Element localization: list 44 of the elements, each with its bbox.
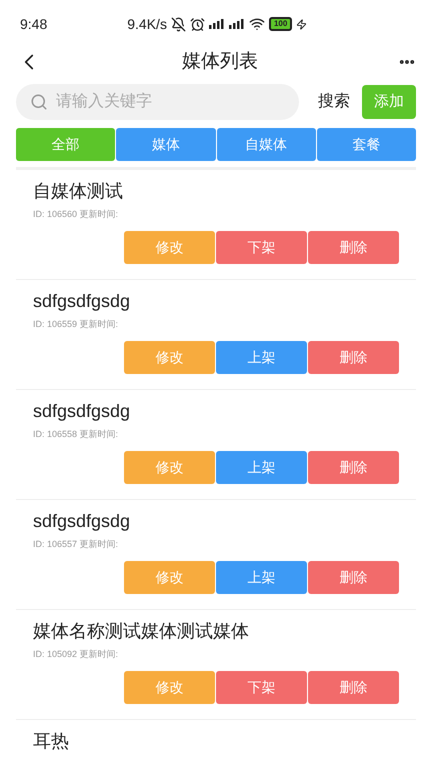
media-name: sdfgsdfgsdg: [33, 290, 132, 313]
category-tab[interactable]: 媒体: [116, 128, 216, 161]
media-name: sdfgsdfgsdg: [33, 510, 132, 533]
media-meta: ID: 106560 更新时间:: [33, 208, 120, 221]
search-button[interactable]: 搜索: [318, 90, 350, 114]
edit-button[interactable]: 修改: [124, 340, 215, 374]
edit-button[interactable]: 修改: [124, 670, 215, 704]
delete-button[interactable]: 删除: [308, 670, 399, 704]
delete-button[interactable]: 删除: [308, 450, 399, 484]
search-field[interactable]: 请输入关键字: [16, 84, 299, 120]
media-meta: ID: 106557 更新时间:: [33, 538, 120, 551]
bell-off-icon: [170, 16, 186, 32]
media-meta: ID: 106559 更新时间:: [33, 318, 120, 331]
media-meta: ID: 106558 更新时间:: [33, 428, 120, 441]
edit-button[interactable]: 修改: [124, 450, 215, 484]
delete-button[interactable]: 删除: [308, 230, 399, 264]
category-tab[interactable]: 套餐: [316, 128, 416, 161]
media-name: sdfgsdfgsdg: [33, 400, 132, 423]
signal-icon: [208, 19, 225, 29]
delete-button[interactable]: 删除: [308, 340, 399, 374]
network-speed: 9.4K/s: [127, 14, 167, 34]
page-title: 媒体列表: [182, 50, 258, 74]
search-icon: [30, 93, 48, 111]
charging-icon: [296, 18, 308, 30]
listing-button[interactable]: 上架: [216, 340, 307, 374]
media-name: 耳热: [33, 730, 70, 753]
alarm-icon: [190, 16, 205, 32]
media-name: 自媒体测试: [33, 180, 124, 203]
add-button[interactable]: 添加: [362, 85, 416, 119]
wifi-icon: [248, 16, 265, 32]
media-name: 媒体名称测试媒体测试媒体: [33, 620, 250, 643]
listing-button[interactable]: 上架: [216, 560, 307, 594]
unlisting-button[interactable]: 下架: [216, 670, 307, 704]
category-tab[interactable]: 全部: [16, 128, 116, 161]
category-tab[interactable]: 自媒体: [216, 128, 316, 161]
delete-button[interactable]: 删除: [308, 560, 399, 594]
unlisting-button[interactable]: 下架: [216, 230, 307, 264]
edit-button[interactable]: 修改: [124, 560, 215, 594]
media-meta: ID: 105092 更新时间:: [33, 648, 120, 661]
signal-icon: [228, 19, 245, 29]
edit-button[interactable]: 修改: [124, 230, 215, 264]
battery-icon: 100: [268, 17, 292, 31]
status-time: 9:48: [20, 14, 48, 34]
listing-button[interactable]: 上架: [216, 450, 307, 484]
